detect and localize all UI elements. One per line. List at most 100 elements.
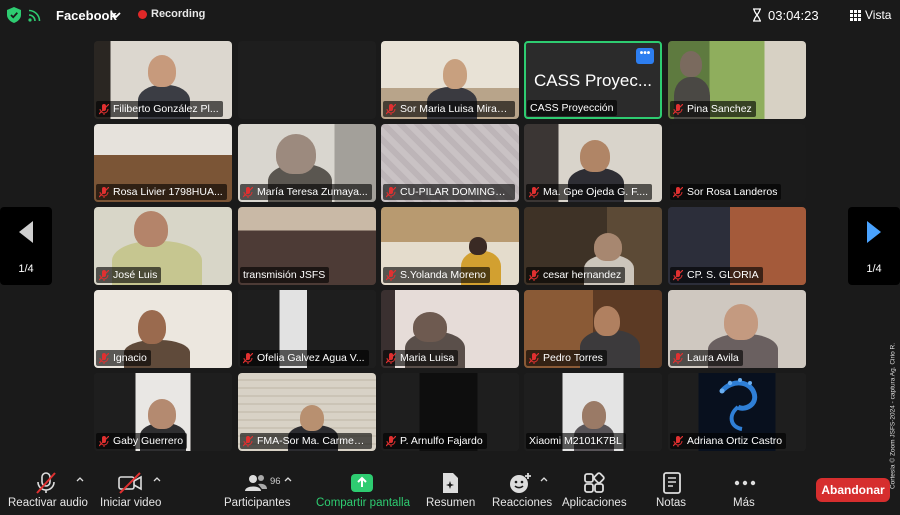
participant-tile[interactable]: Filiberto González Pl... bbox=[94, 41, 232, 119]
participant-nameplate: transmisión JSFS bbox=[240, 267, 330, 283]
unmute-audio-label: Reactivar audio bbox=[8, 497, 88, 509]
participant-tile[interactable]: Sor Maria Luisa Miran... bbox=[381, 41, 519, 119]
participant-name: Maria Luisa bbox=[400, 352, 455, 364]
shield-icon[interactable] bbox=[7, 7, 21, 23]
chevron-up-icon[interactable] bbox=[284, 476, 292, 482]
participant-name: Sor Maria Luisa Miran... bbox=[400, 103, 511, 115]
share-screen-button[interactable]: Compartir pantalla bbox=[314, 468, 410, 514]
participant-head bbox=[134, 211, 168, 247]
more-options-button[interactable]: ••• bbox=[636, 48, 654, 64]
participant-head bbox=[148, 399, 176, 429]
participant-head bbox=[148, 55, 176, 87]
participant-nameplate: P. Arnulfo Fajardo bbox=[383, 433, 487, 449]
participant-tile[interactable]: Xiaomi M2101K7BL bbox=[524, 373, 662, 451]
participant-name: Sor Rosa Landeros bbox=[687, 186, 778, 198]
participant-head bbox=[300, 405, 324, 431]
participant-tile[interactable]: María Teresa Zumaya... bbox=[238, 124, 376, 202]
muted-mic-icon bbox=[673, 435, 683, 447]
participant-tile[interactable]: cesar hernandez bbox=[524, 207, 662, 285]
participant-tile[interactable]: Sor Rosa Landeros bbox=[668, 124, 806, 202]
participant-tile[interactable]: FMA-Sor Ma. Carmen... bbox=[238, 373, 376, 451]
chevron-down-icon[interactable] bbox=[110, 9, 122, 21]
summary-button[interactable]: Resumen bbox=[424, 468, 476, 514]
participant-head bbox=[413, 312, 447, 342]
participant-tile[interactable]: P. Arnulfo Fajardo bbox=[381, 373, 519, 451]
muted-mic-icon bbox=[99, 435, 109, 447]
apps-button[interactable]: Aplicaciones bbox=[560, 468, 628, 514]
participant-name: P. Arnulfo Fajardo bbox=[400, 435, 483, 447]
more-button[interactable]: Más bbox=[730, 468, 760, 514]
reactions-icon bbox=[510, 473, 531, 493]
meeting-timer: 03:04:23 bbox=[768, 8, 819, 23]
participant-tile[interactable]: Laura Avila bbox=[668, 290, 806, 368]
unmute-audio-button[interactable]: Reactivar audio bbox=[6, 468, 88, 514]
participant-tile[interactable]: Adriana Ortiz Castro bbox=[668, 373, 806, 451]
participants-button[interactable]: 96 Participantes bbox=[222, 468, 294, 514]
chevron-up-icon[interactable] bbox=[76, 476, 84, 482]
participant-tile[interactable]: José Luis bbox=[94, 207, 232, 285]
muted-mic-icon bbox=[673, 269, 683, 281]
participant-name: Laura Avila bbox=[687, 352, 739, 364]
summary-icon bbox=[443, 473, 458, 493]
signal-icon[interactable] bbox=[28, 8, 42, 22]
participant-head bbox=[580, 140, 610, 172]
participant-tile[interactable]: Ma. Gpe Ojeda G. F.... bbox=[524, 124, 662, 202]
chevron-up-icon[interactable] bbox=[540, 476, 548, 482]
participant-tile[interactable]: CP. S. GLORIA bbox=[668, 207, 806, 285]
meeting-title[interactable]: Facebook bbox=[56, 8, 117, 23]
muted-mic-icon bbox=[243, 435, 253, 447]
participant-nameplate: Laura Avila bbox=[670, 350, 743, 366]
participant-nameplate: Filiberto González Pl... bbox=[96, 101, 223, 117]
share-screen-label: Compartir pantalla bbox=[316, 497, 410, 509]
notes-button[interactable]: Notas bbox=[654, 468, 690, 514]
participant-tile[interactable]: Pina Sanchez bbox=[668, 41, 806, 119]
participants-icon bbox=[245, 475, 267, 491]
muted-mic-icon bbox=[386, 435, 396, 447]
participant-nameplate: Rosa Livier 1798HUA... bbox=[96, 184, 227, 200]
participant-head bbox=[443, 59, 467, 89]
leave-meeting-button[interactable]: Abandonar bbox=[816, 478, 890, 502]
participant-tile[interactable]: Pedro Torres bbox=[524, 290, 662, 368]
participants-label: Participantes bbox=[224, 497, 291, 509]
muted-mic-icon bbox=[529, 269, 539, 281]
previous-page-button[interactable]: 1/4 bbox=[0, 207, 52, 285]
reactions-button[interactable]: Reacciones bbox=[490, 468, 552, 514]
notes-icon bbox=[663, 472, 681, 494]
participant-nameplate: CU-PILAR DOMINGU... bbox=[383, 184, 515, 200]
view-button[interactable]: Vista bbox=[865, 8, 891, 22]
participant-tile[interactable]: CU-PILAR DOMINGU... bbox=[381, 124, 519, 202]
gallery-grid-icon[interactable] bbox=[850, 10, 861, 21]
participant-name: FMA-Sor Ma. Carmen... bbox=[257, 435, 368, 447]
start-video-button[interactable]: Iniciar video bbox=[98, 468, 162, 514]
participant-tile[interactable]: Rosa Livier 1798HUA... bbox=[94, 124, 232, 202]
arrow-right-icon bbox=[867, 221, 881, 243]
participants-count: 96 bbox=[270, 476, 281, 487]
participant-nameplate: Xiaomi M2101K7BL bbox=[526, 433, 626, 449]
participant-name: Ignacio bbox=[113, 352, 147, 364]
next-page-button[interactable]: 1/4 bbox=[848, 207, 900, 285]
participant-name: transmisión JSFS bbox=[243, 269, 326, 281]
participant-name: Pedro Torres bbox=[543, 352, 603, 364]
muted-mic-icon bbox=[386, 103, 396, 115]
participant-tile[interactable]: transmisión JSFS bbox=[238, 207, 376, 285]
recording-dot-icon bbox=[138, 10, 147, 19]
muted-mic-icon bbox=[386, 352, 396, 364]
share-screen-icon bbox=[351, 474, 373, 492]
hourglass-icon bbox=[753, 8, 761, 22]
participant-tile[interactable]: Gaby Guerrero bbox=[94, 373, 232, 451]
participant-tile[interactable]: Maria Luisa bbox=[381, 290, 519, 368]
muted-mic-icon bbox=[243, 352, 253, 364]
participant-name: Ofelia Galvez Agua V... bbox=[257, 352, 365, 364]
participant-tile[interactable]: Ofelia Galvez Agua V... bbox=[238, 290, 376, 368]
participant-head bbox=[594, 233, 622, 261]
participant-nameplate: Pina Sanchez bbox=[670, 101, 756, 117]
active-speaker-tile[interactable]: CASS Proyec... ••• CASS Proyección bbox=[524, 41, 662, 119]
participant-tile[interactable]: Ignacio bbox=[94, 290, 232, 368]
chevron-up-icon[interactable] bbox=[153, 476, 161, 482]
participant-nameplate: cesar hernandez bbox=[526, 267, 626, 283]
muted-mic-icon bbox=[99, 103, 109, 115]
participant-tile[interactable]: S.Yolanda Moreno bbox=[381, 207, 519, 285]
recording-label[interactable]: Recording bbox=[151, 8, 205, 20]
participant-nameplate: Sor Maria Luisa Miran... bbox=[383, 101, 515, 117]
apps-label: Aplicaciones bbox=[562, 497, 627, 509]
